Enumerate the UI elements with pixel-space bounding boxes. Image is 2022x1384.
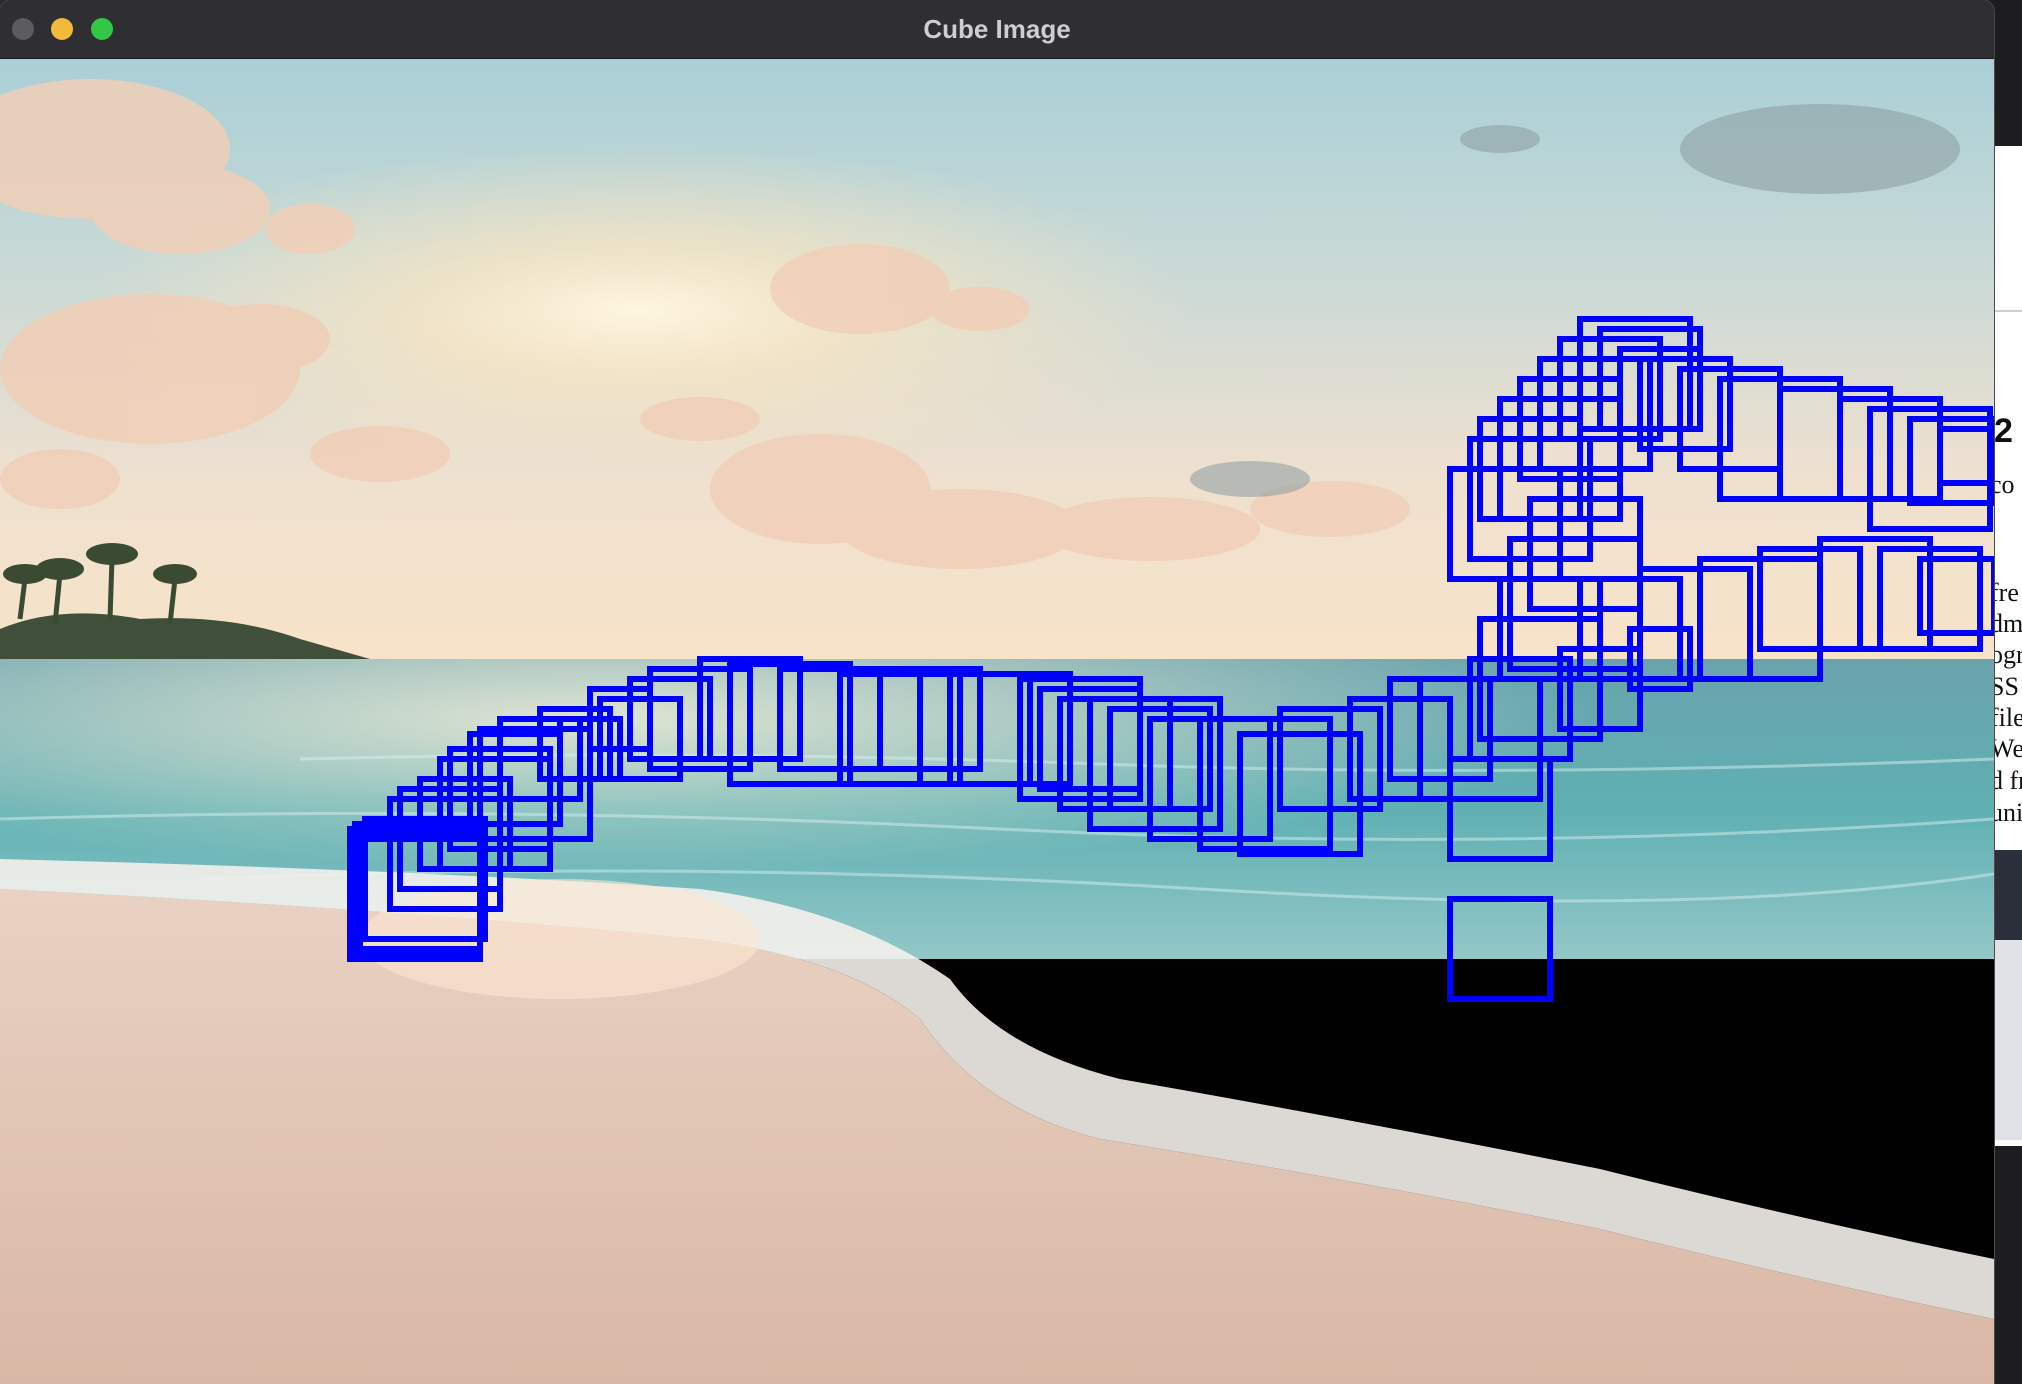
cube-outline [1497,576,1603,682]
cube-outline [1637,566,1753,682]
background-heading: 2 [1994,412,2013,450]
cube-outline [1467,656,1573,762]
cube-outline [1447,466,1563,582]
image-viewport [0,59,1994,1384]
cube-outline [1777,386,1893,502]
background-text-line: file [1990,703,2022,732]
cube-outline [1817,536,1933,652]
cube-outline [877,666,983,772]
cube-outline [1937,426,1994,486]
cube-outline [1527,496,1643,612]
background-text-line: d fr [1990,766,2022,795]
background-text-line: ogr [1990,640,2022,669]
cube-outline [1637,356,1733,452]
cube-outline [437,756,553,872]
background-text-line: Web [1990,734,2022,763]
background-text-line: dma [1990,609,2022,638]
cube-outline [1057,696,1173,812]
background-text-line: fre [1990,578,2019,607]
cube-outline [1557,336,1663,442]
background-text-line: SS [1990,672,2019,701]
cube-outline [1757,546,1863,652]
cube-outline [1577,316,1693,432]
title-bar[interactable]: Cube Image [0,0,1994,59]
cube-outline [1387,676,1493,782]
cube-outline [1447,756,1553,862]
background-text-line: co [1990,470,2015,499]
cube-outline [1347,696,1453,802]
window-title: Cube Image [923,14,1071,44]
app-window: Cube Image [0,0,1994,1384]
cube-outline [1537,356,1653,472]
cube-overlay [347,316,1994,1002]
cube-outline [777,666,883,772]
cube-outline [1107,706,1213,812]
background-text-line: uni [1990,798,2022,827]
cube-outline [1447,896,1553,1002]
